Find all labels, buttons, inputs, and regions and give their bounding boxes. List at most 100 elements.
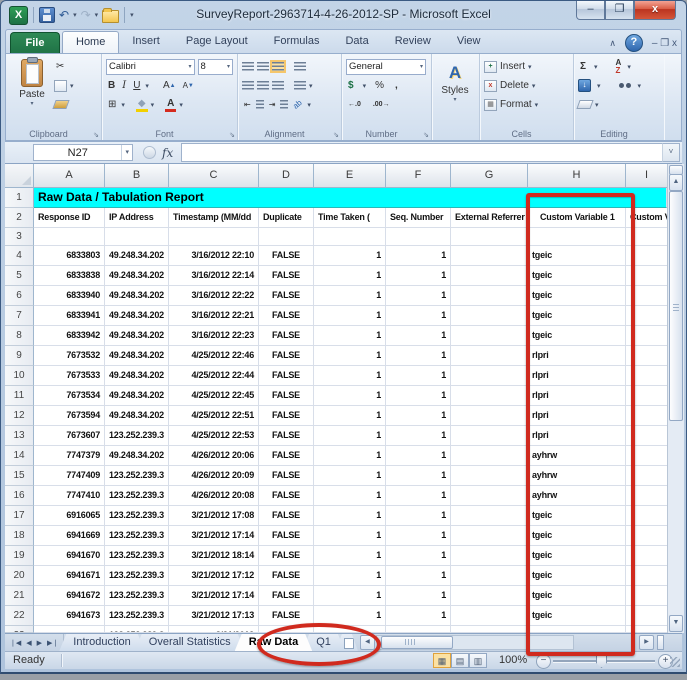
row-number[interactable]: 20 xyxy=(5,566,34,586)
cell-external-referrer[interactable] xyxy=(451,446,528,466)
horizontal-scrollbar[interactable]: ◀ xyxy=(360,634,682,651)
zoom-level[interactable]: 100% xyxy=(499,654,527,666)
help-icon[interactable]: ? xyxy=(625,34,643,52)
cell-seq-number[interactable]: 1 xyxy=(386,286,451,306)
cell-external-referrer[interactable] xyxy=(451,586,528,606)
insert-function-icon[interactable]: fx xyxy=(162,146,173,160)
cell-timestamp[interactable]: 4/25/2012 22:45 xyxy=(169,386,259,406)
scroll-right-icon[interactable]: ▶ xyxy=(639,635,654,650)
cell-response-id[interactable]: 7673607 xyxy=(34,426,105,446)
cell-seq-number[interactable]: 1 xyxy=(386,406,451,426)
cell-duplicate[interactable]: FALSE xyxy=(259,466,314,486)
cell-external-referrer[interactable] xyxy=(451,606,528,626)
cell-custom-variable-1[interactable]: rlpri xyxy=(528,346,626,366)
cell-response-id[interactable]: 6916065 xyxy=(34,506,105,526)
cell-timestamp[interactable]: 3/21/2012 17:14 xyxy=(169,526,259,546)
cell-time-taken[interactable]: 1 xyxy=(314,486,386,506)
cell-response-id[interactable]: 7747409 xyxy=(34,466,105,486)
paste-button[interactable]: Paste ▾ xyxy=(10,57,54,114)
cell-custom-variable-1[interactable]: tgeic xyxy=(528,546,626,566)
tab-view[interactable]: View xyxy=(444,30,494,54)
sheet-tab-raw-data[interactable]: Raw Data xyxy=(235,634,313,651)
cell-custom-variable-1[interactable]: rlpri xyxy=(528,366,626,386)
row-number[interactable]: 8 xyxy=(5,326,34,346)
cell-timestamp[interactable]: 3/21/2012 17:13 xyxy=(169,606,259,626)
cell-seq-number[interactable]: 1 xyxy=(386,446,451,466)
cell-time-taken[interactable]: 1 xyxy=(314,566,386,586)
cell-time-taken[interactable]: 1 xyxy=(314,426,386,446)
row-number[interactable]: 7 xyxy=(5,306,34,326)
cell-response-id[interactable]: 6833941 xyxy=(34,306,105,326)
font-dialog-launcher-icon[interactable]: ⇘ xyxy=(229,131,235,139)
cut-icon[interactable]: ✂ xyxy=(54,61,66,72)
cell-response-id[interactable]: 7747379 xyxy=(34,446,105,466)
header-seq-number[interactable]: Seq. Number xyxy=(386,208,451,228)
cell-ip-address[interactable]: 49.248.34.202 xyxy=(105,366,169,386)
prev-sheet-icon[interactable]: ◀ xyxy=(24,639,33,647)
cell-ip-address[interactable]: 123.252.239.3 xyxy=(105,566,169,586)
cell-custom-variable-1[interactable]: tgeic xyxy=(528,266,626,286)
column-header-f[interactable]: F xyxy=(386,164,451,188)
cell-seq-number[interactable]: 1 xyxy=(386,426,451,446)
cell-custom-variable-1[interactable]: tgeic xyxy=(528,586,626,606)
header-external-referrer[interactable]: External Referrer xyxy=(451,208,528,228)
cell-seq-number[interactable]: 1 xyxy=(386,386,451,406)
cell-ip-address[interactable]: 49.248.34.202 xyxy=(105,286,169,306)
cell-time-taken[interactable] xyxy=(314,626,386,633)
cell-timestamp[interactable]: 3/16/2012 22:22 xyxy=(169,286,259,306)
cell-duplicate[interactable]: FALSE xyxy=(259,426,314,446)
cell-ip-address[interactable]: 123.252.239.3 xyxy=(105,486,169,506)
cell-external-referrer[interactable] xyxy=(451,626,528,633)
cell-seq-number[interactable]: 1 xyxy=(386,306,451,326)
cell-timestamp[interactable]: 4/26/2012 20:09 xyxy=(169,466,259,486)
cell-external-referrer[interactable] xyxy=(451,406,528,426)
cell-timestamp[interactable]: 4/25/2012 22:53 xyxy=(169,426,259,446)
underline-button[interactable]: U xyxy=(131,80,142,91)
sheet-tab-introduction[interactable]: Introduction xyxy=(59,634,144,651)
column-header-i[interactable]: I xyxy=(626,164,667,188)
cell-ip-address[interactable]: 123.252.239.3 xyxy=(105,606,169,626)
row-number[interactable]: 11 xyxy=(5,386,34,406)
shrink-font-button[interactable]: A▼ xyxy=(181,81,196,90)
increase-decimal-icon[interactable]: ←.0 xyxy=(346,101,363,108)
row-number[interactable]: 19 xyxy=(5,546,34,566)
header-duplicate[interactable]: Duplicate xyxy=(259,208,314,228)
cell-duplicate[interactable]: FALSE xyxy=(259,306,314,326)
cell-time-taken[interactable]: 1 xyxy=(314,506,386,526)
cell-seq-number[interactable]: 1 xyxy=(386,586,451,606)
cell-timestamp[interactable]: 3/21/2012 17:14 xyxy=(169,586,259,606)
cell-custom-variable-2[interactable] xyxy=(626,306,667,326)
cell-time-taken[interactable]: 1 xyxy=(314,446,386,466)
cell-custom-variable-1[interactable]: tgeic xyxy=(528,506,626,526)
cell-duplicate[interactable]: FALSE xyxy=(259,586,314,606)
cell-seq-number[interactable]: 1 xyxy=(386,326,451,346)
cell-duplicate[interactable]: FALSE xyxy=(259,406,314,426)
name-box[interactable]: N27 ▾ xyxy=(33,144,133,161)
cell-custom-variable-1[interactable]: ayhrw xyxy=(528,466,626,486)
tab-page-layout[interactable]: Page Layout xyxy=(173,30,261,54)
cell-seq-number[interactable]: 1 xyxy=(386,606,451,626)
cell-ip-address[interactable]: 49.248.34.202 xyxy=(105,386,169,406)
align-center-icon[interactable] xyxy=(257,81,269,90)
workbook-window-controls[interactable]: – ❐ x xyxy=(652,38,677,49)
cell-duplicate[interactable]: FALSE xyxy=(259,366,314,386)
cell-custom-variable-2[interactable] xyxy=(626,286,667,306)
scroll-down-icon[interactable]: ▼ xyxy=(669,615,683,632)
alignment-dialog-launcher-icon[interactable]: ⇘ xyxy=(333,131,339,139)
cell-timestamp[interactable]: 4/26/2012 20:08 xyxy=(169,486,259,506)
cell-external-referrer[interactable] xyxy=(451,386,528,406)
report-title-cell[interactable]: Raw Data / Tabulation Report xyxy=(34,188,667,208)
cell-time-taken[interactable]: 1 xyxy=(314,526,386,546)
cell-custom-variable-2[interactable] xyxy=(626,366,667,386)
cell-ip-address[interactable]: 49.248.34.202 xyxy=(105,326,169,346)
align-top-icon[interactable] xyxy=(242,62,254,71)
cell-time-taken[interactable]: 1 xyxy=(314,346,386,366)
cell-response-id[interactable]: 6833940 xyxy=(34,286,105,306)
align-right-icon[interactable] xyxy=(272,81,284,90)
cell-time-taken[interactable]: 1 xyxy=(314,466,386,486)
cell-timestamp[interactable]: 3/21/2012 18:14 xyxy=(169,546,259,566)
cell-custom-variable-1[interactable]: rlpri xyxy=(528,386,626,406)
cell-response-id[interactable]: 6833838 xyxy=(34,266,105,286)
align-bottom-icon[interactable] xyxy=(272,62,284,71)
cell-ip-address[interactable]: 123.252.239.3 xyxy=(105,426,169,446)
